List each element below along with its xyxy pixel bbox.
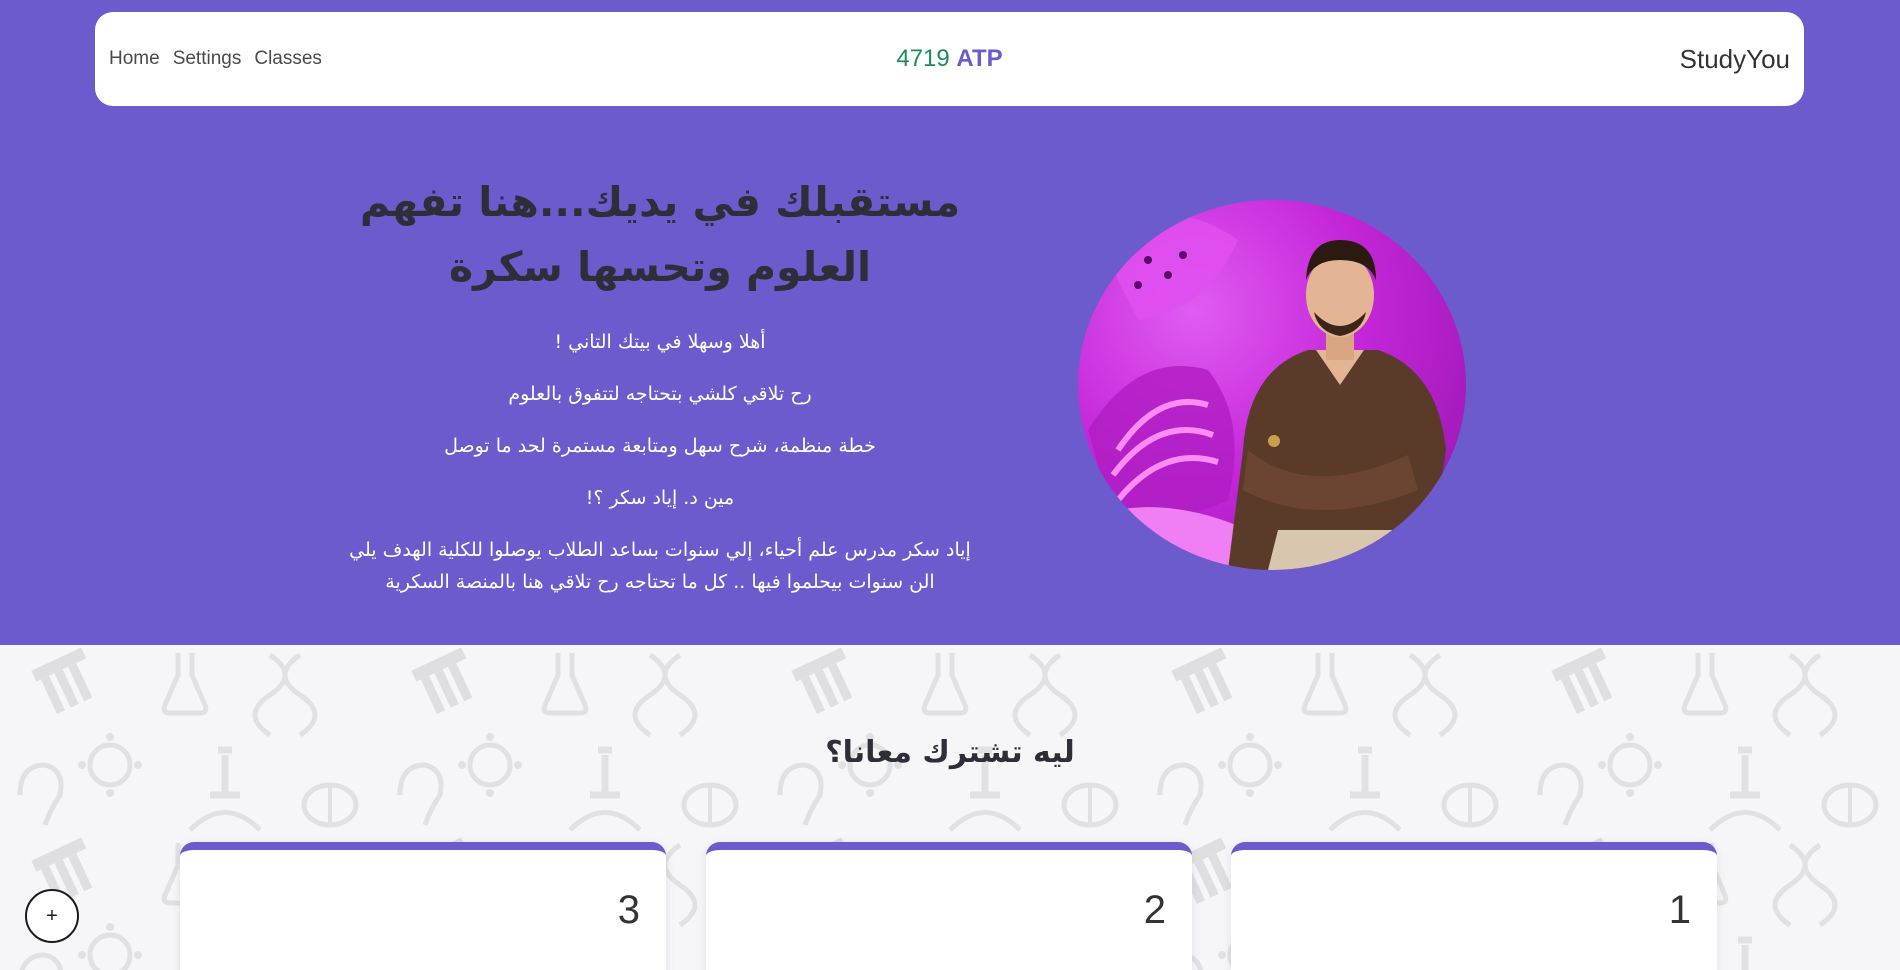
hero-section: Home Settings Classes 4719 ATP StudyYou … — [0, 0, 1900, 645]
navbar: Home Settings Classes 4719 ATP StudyYou — [95, 12, 1804, 106]
floating-add-button[interactable]: + — [25, 889, 79, 943]
nav-link-classes[interactable]: Classes — [254, 48, 322, 70]
hero-bio: إياد سكر مدرس علم أحياء، إلي سنوات بساعد… — [349, 539, 971, 593]
brand-logo-text[interactable]: StudyYou — [1680, 44, 1790, 75]
nav-link-settings[interactable]: Settings — [173, 48, 242, 70]
plus-icon: + — [46, 904, 58, 927]
atp-points-display: 4719 ATP — [896, 45, 1002, 73]
hero-text-block: مستقبلك في يديك...هنا تفهم العلوم وتحسها… — [300, 170, 1020, 598]
points-value: 4719 — [896, 45, 950, 72]
feature-card-number: 3 — [617, 888, 640, 932]
hero-line-2: رح تلاقي كلشي بتحتاجه لتتفوق بالعلوم — [508, 383, 812, 405]
points-unit: ATP — [956, 45, 1003, 72]
nav-link-home[interactable]: Home — [109, 48, 160, 70]
feature-card-1[interactable]: 1 — [1231, 842, 1717, 970]
feature-card-3[interactable]: 3 — [180, 842, 666, 970]
nav-links: Home Settings Classes — [109, 48, 322, 70]
hero-welcome: أهلا وسهلا في بيتك التاني ! — [554, 331, 766, 353]
hero-line-3: خطة منظمة، شرح سهل ومتابعة مستمرة لحد ما… — [444, 435, 876, 457]
feature-card-number: 2 — [1143, 888, 1166, 932]
features-section: ليه تشترك معانا؟ 3 2 1 — [0, 645, 1900, 970]
hero-title: مستقبلك في يديك...هنا تفهم العلوم وتحسها… — [359, 178, 961, 291]
feature-card-number: 1 — [1668, 888, 1691, 932]
features-title: ليه تشترك معانا؟ — [825, 735, 1075, 770]
teacher-portrait — [1078, 200, 1466, 570]
feature-card-2[interactable]: 2 — [706, 842, 1192, 970]
portrait-illustration — [1078, 215, 1446, 570]
hero-line-4: مين د. إياد سكر ؟! — [585, 487, 735, 509]
